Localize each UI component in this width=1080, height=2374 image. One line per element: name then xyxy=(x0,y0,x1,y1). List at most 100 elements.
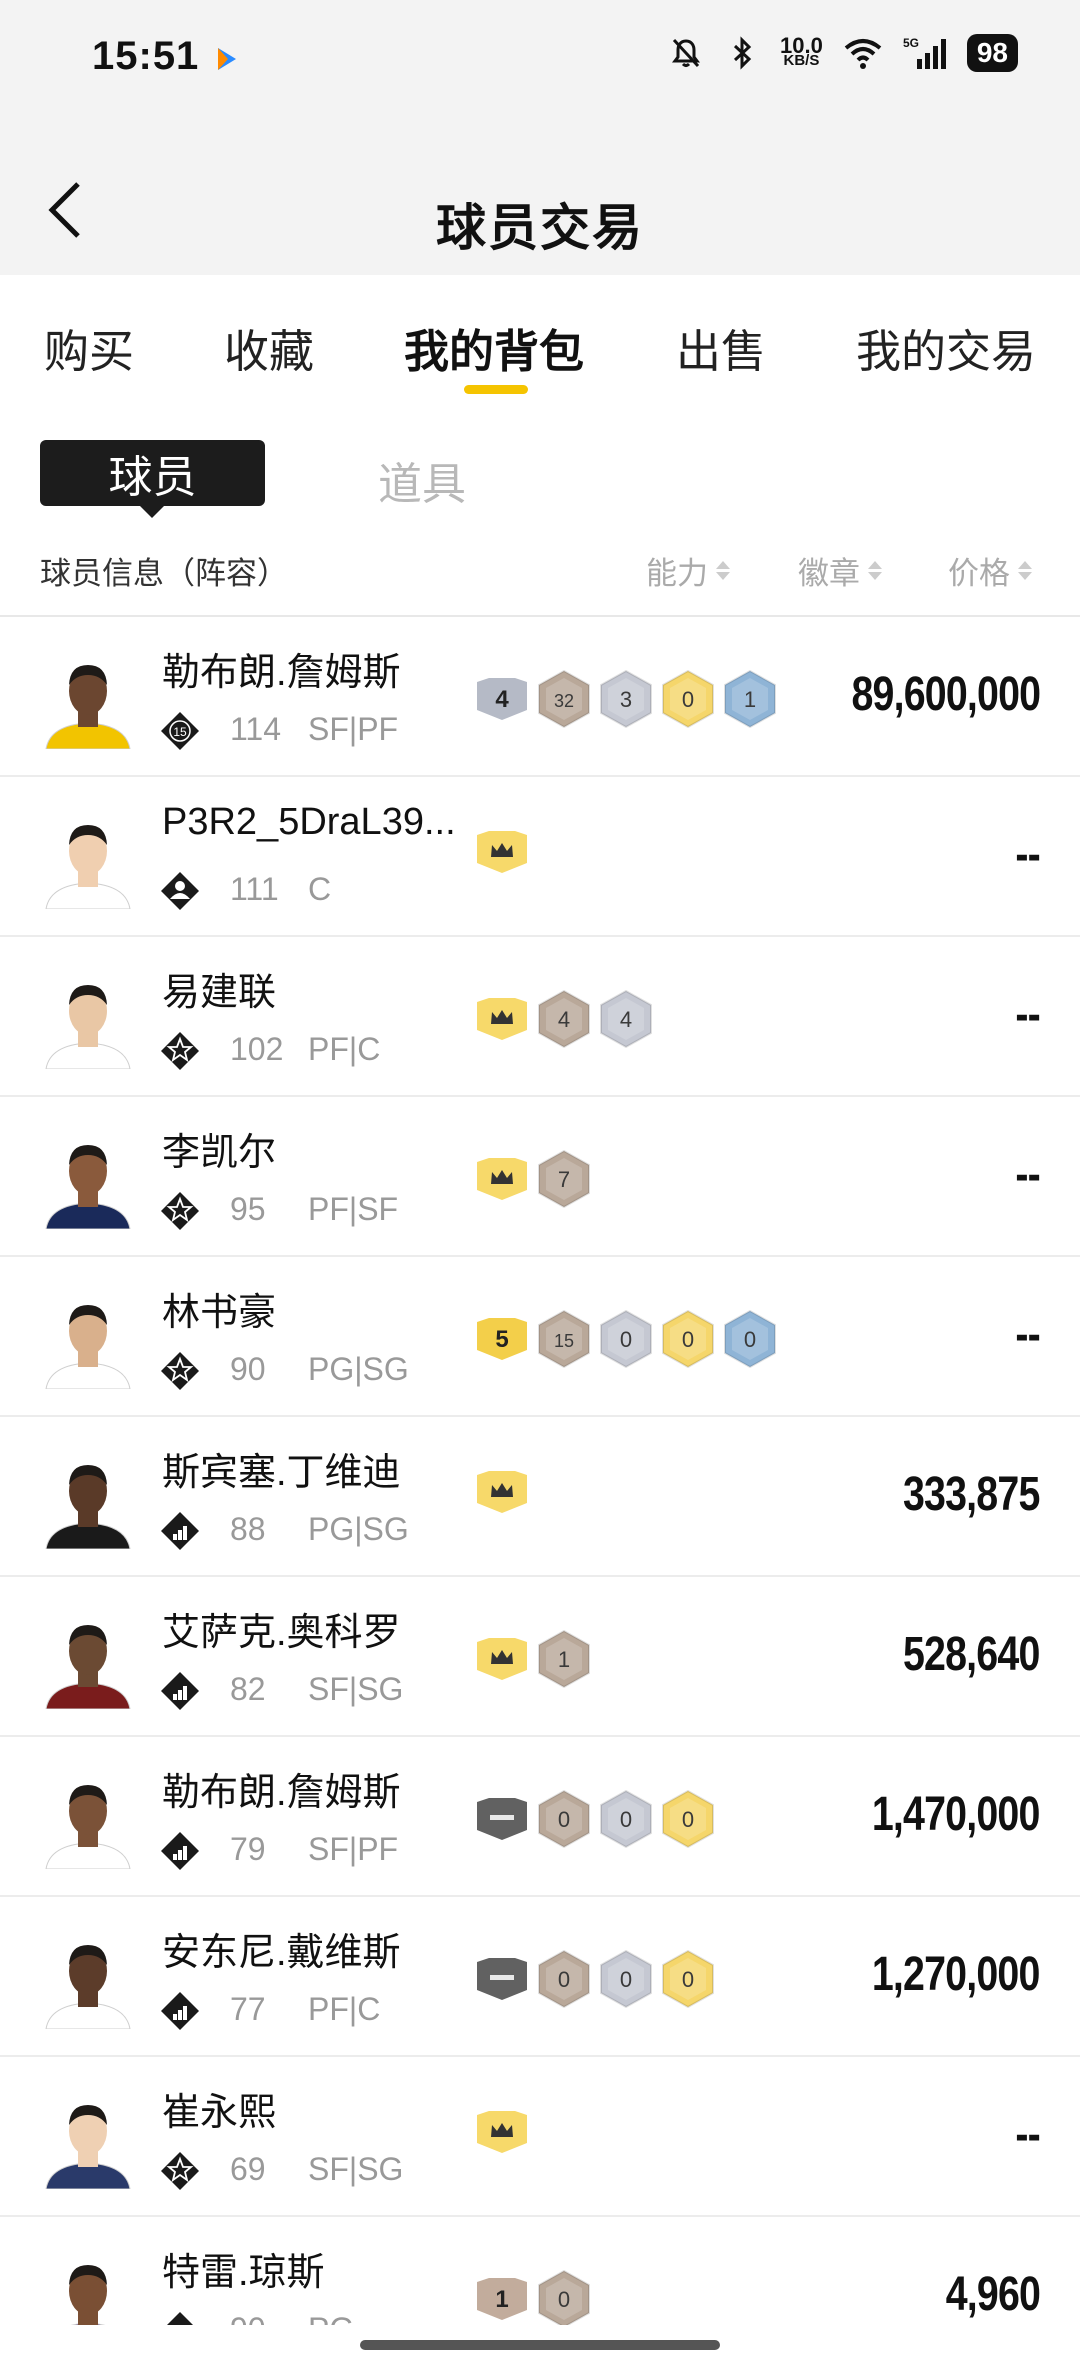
tab-buy[interactable]: 购买 xyxy=(44,315,134,380)
bars-tier-icon xyxy=(161,1832,199,1870)
svg-text:1: 1 xyxy=(744,687,756,712)
svg-text:7: 7 xyxy=(558,1167,570,1192)
player-name: 勒布朗.詹姆斯 xyxy=(162,1772,401,1814)
player-positions: SF|PF xyxy=(308,1831,399,1867)
app-notification-icon xyxy=(218,48,236,70)
home-indicator xyxy=(360,2340,720,2350)
svg-text:0: 0 xyxy=(558,1807,570,1832)
player-rating: 114 xyxy=(230,711,282,747)
tier-icon xyxy=(160,2151,200,2191)
badge-hex-icon: 4 xyxy=(538,989,590,1049)
player-row[interactable]: P3R2_5DraL39... 111 C -- xyxy=(0,777,1080,937)
badge-hex-icon: 4 xyxy=(600,989,652,1049)
player-price: 89,600,000 xyxy=(851,668,1041,721)
tier-15-icon: 15 xyxy=(161,712,199,750)
player-portrait-icon xyxy=(45,1305,131,1389)
sort-price-button[interactable]: 价格 xyxy=(948,548,1032,593)
player-positions: C xyxy=(308,871,332,907)
player-row[interactable]: 勒布朗.詹姆斯 15 114 SF|PF 4 32 3 0 1 89,600,000 xyxy=(0,617,1080,777)
svg-text:0: 0 xyxy=(620,1967,632,1992)
player-row[interactable]: 勒布朗.詹姆斯 79 SF|PF 0 0 0 1,470,000 xyxy=(0,1737,1080,1897)
player-row[interactable]: 艾萨克.奥科罗 82 SF|SG 1 528,640 xyxy=(0,1577,1080,1737)
player-name: 崔永熙 xyxy=(162,2092,277,2134)
svg-text:1: 1 xyxy=(495,2286,508,2313)
badge-group: 10 xyxy=(475,2269,591,2325)
badge-hex-icon: 32 xyxy=(538,669,590,729)
svg-text:0: 0 xyxy=(682,1807,694,1832)
svg-text:15: 15 xyxy=(173,725,187,739)
badge-hex-icon: 0 xyxy=(724,1309,776,1369)
badge-hex-icon: 3 xyxy=(600,669,652,729)
svg-text:4: 4 xyxy=(620,1007,632,1032)
svg-text:4: 4 xyxy=(495,686,509,713)
tab-favorites[interactable]: 收藏 xyxy=(224,315,314,380)
level-none-icon xyxy=(477,1958,527,2000)
svg-text:15: 15 xyxy=(554,1331,574,1351)
tab-sell[interactable]: 出售 xyxy=(676,315,766,380)
star-tier-icon xyxy=(161,1352,199,1390)
tab-my-backpack[interactable]: 我的背包 xyxy=(404,315,584,380)
player-row[interactable]: 崔永熙 69 SF|SG -- xyxy=(0,2057,1080,2217)
player-rating: 90 xyxy=(230,1351,266,1387)
svg-text:0: 0 xyxy=(682,687,694,712)
sort-badge-button[interactable]: 徽章 xyxy=(798,548,882,593)
tier-icon xyxy=(160,1031,200,1071)
star-tier-icon xyxy=(161,1032,199,1070)
battery-indicator: 98 xyxy=(966,34,1018,72)
player-name: P3R2_5DraL39... xyxy=(162,801,456,843)
player-price: 333,875 xyxy=(903,1468,1040,1521)
crown-icon xyxy=(477,1638,527,1680)
player-price: -- xyxy=(1015,828,1040,881)
player-positions: PG xyxy=(308,2311,354,2325)
bars-tier-icon xyxy=(167,2312,193,2325)
player-portrait-icon xyxy=(45,665,131,749)
player-positions: PG|SG xyxy=(308,1511,409,1547)
level-silver-icon: 4 xyxy=(477,678,527,720)
player-positions: SF|SG xyxy=(308,1671,404,1707)
column-player-info: 球员信息（阵容） xyxy=(40,556,288,591)
badge-group xyxy=(475,2109,529,2155)
sort-ability-button[interactable]: 能力 xyxy=(646,548,730,593)
badge-hex-icon: 0 xyxy=(662,1949,714,2009)
player-name: 斯宾塞.丁维迪 xyxy=(162,1452,401,1494)
player-avatar xyxy=(40,1933,136,2029)
svg-text:0: 0 xyxy=(682,1967,694,1992)
svg-text:0: 0 xyxy=(744,1327,756,1352)
subtab-players[interactable]: 球员 xyxy=(40,440,265,518)
player-portrait-icon xyxy=(45,1945,131,2029)
player-row[interactable]: 特雷.琼斯 90 PG 10 4,960 xyxy=(0,2217,1080,2325)
tier-icon xyxy=(160,871,200,911)
player-row[interactable]: 易建联 102 PF|C 44 -- xyxy=(0,937,1080,1097)
network-speed: 10.0 KB/S xyxy=(780,33,823,69)
player-rating: 102 xyxy=(230,1031,284,1067)
svg-text:0: 0 xyxy=(620,1327,632,1352)
player-price: -- xyxy=(1015,1308,1040,1361)
player-row[interactable]: 林书豪 90 PG|SG 5 15 0 0 0 -- xyxy=(0,1257,1080,1417)
player-portrait-icon xyxy=(45,1145,131,1229)
crown-icon xyxy=(477,1158,527,1200)
player-row[interactable]: 斯宾塞.丁维迪 88 PG|SG 333,875 xyxy=(0,1417,1080,1577)
badge-hex-icon: 0 xyxy=(538,2269,590,2325)
player-row[interactable]: 李凯尔 95 PF|SF 7 -- xyxy=(0,1097,1080,1257)
badge-hex-icon: 0 xyxy=(600,1309,652,1369)
player-name: 勒布朗.詹姆斯 xyxy=(162,652,401,694)
svg-text:0: 0 xyxy=(620,1807,632,1832)
subtab-items[interactable]: 道具 xyxy=(378,448,466,512)
player-portrait-icon xyxy=(45,985,131,1069)
player-row[interactable]: 安东尼.戴维斯 77 PF|C 0 0 0 1,270,000 xyxy=(0,1897,1080,2057)
status-time: 15:51 xyxy=(92,34,200,78)
badge-hex-icon: 0 xyxy=(600,1789,652,1849)
tab-my-trades[interactable]: 我的交易 xyxy=(856,315,1036,380)
tier-icon xyxy=(160,1191,200,1231)
svg-text:32: 32 xyxy=(554,691,574,711)
player-rating: 88 xyxy=(230,1511,266,1547)
player-list: 勒布朗.詹姆斯 15 114 SF|PF 4 32 3 0 1 89,600,000 P… xyxy=(0,617,1080,2325)
player-name: 林书豪 xyxy=(162,1292,277,1334)
player-positions: SF|PF xyxy=(308,711,399,747)
sort-ability-label: 能力 xyxy=(646,556,708,591)
player-price: 528,640 xyxy=(903,1628,1040,1681)
badge-group: 0 0 0 xyxy=(475,1789,715,1849)
sort-arrows-icon xyxy=(716,561,730,580)
badge-group: 4 32 3 0 1 xyxy=(475,669,777,729)
player-price: -- xyxy=(1015,1148,1040,1201)
